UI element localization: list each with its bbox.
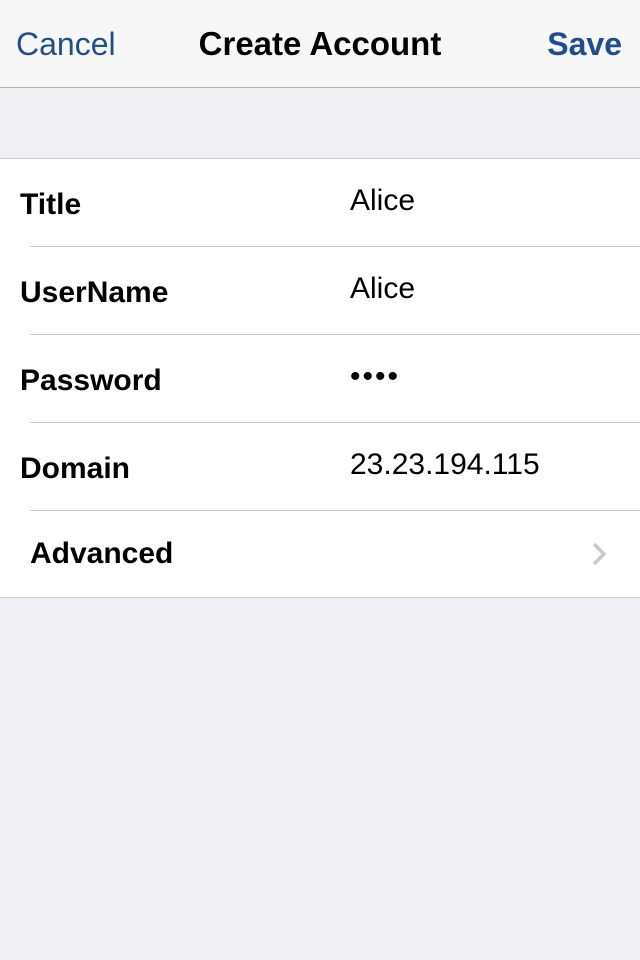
title-label: Title [20,188,82,221]
password-row: Password [0,335,640,423]
title-field[interactable] [350,181,620,221]
account-form: Title UserName Password Domain Advanced [0,158,640,598]
username-field[interactable] [350,269,620,309]
domain-field[interactable] [350,445,620,485]
navigation-bar: Cancel Create Account Save [0,0,640,88]
save-button[interactable]: Save [547,24,622,64]
domain-row: Domain [0,423,640,511]
password-label: Password [20,364,162,397]
domain-label: Domain [20,452,131,485]
username-label: UserName [20,276,169,309]
chevron-right-icon [592,542,607,566]
advanced-row[interactable]: Advanced [0,511,640,597]
title-row: Title [0,159,640,247]
password-field[interactable] [350,357,620,397]
advanced-label: Advanced [30,537,174,570]
username-row: UserName [0,247,640,335]
cancel-button[interactable]: Cancel [16,24,116,64]
